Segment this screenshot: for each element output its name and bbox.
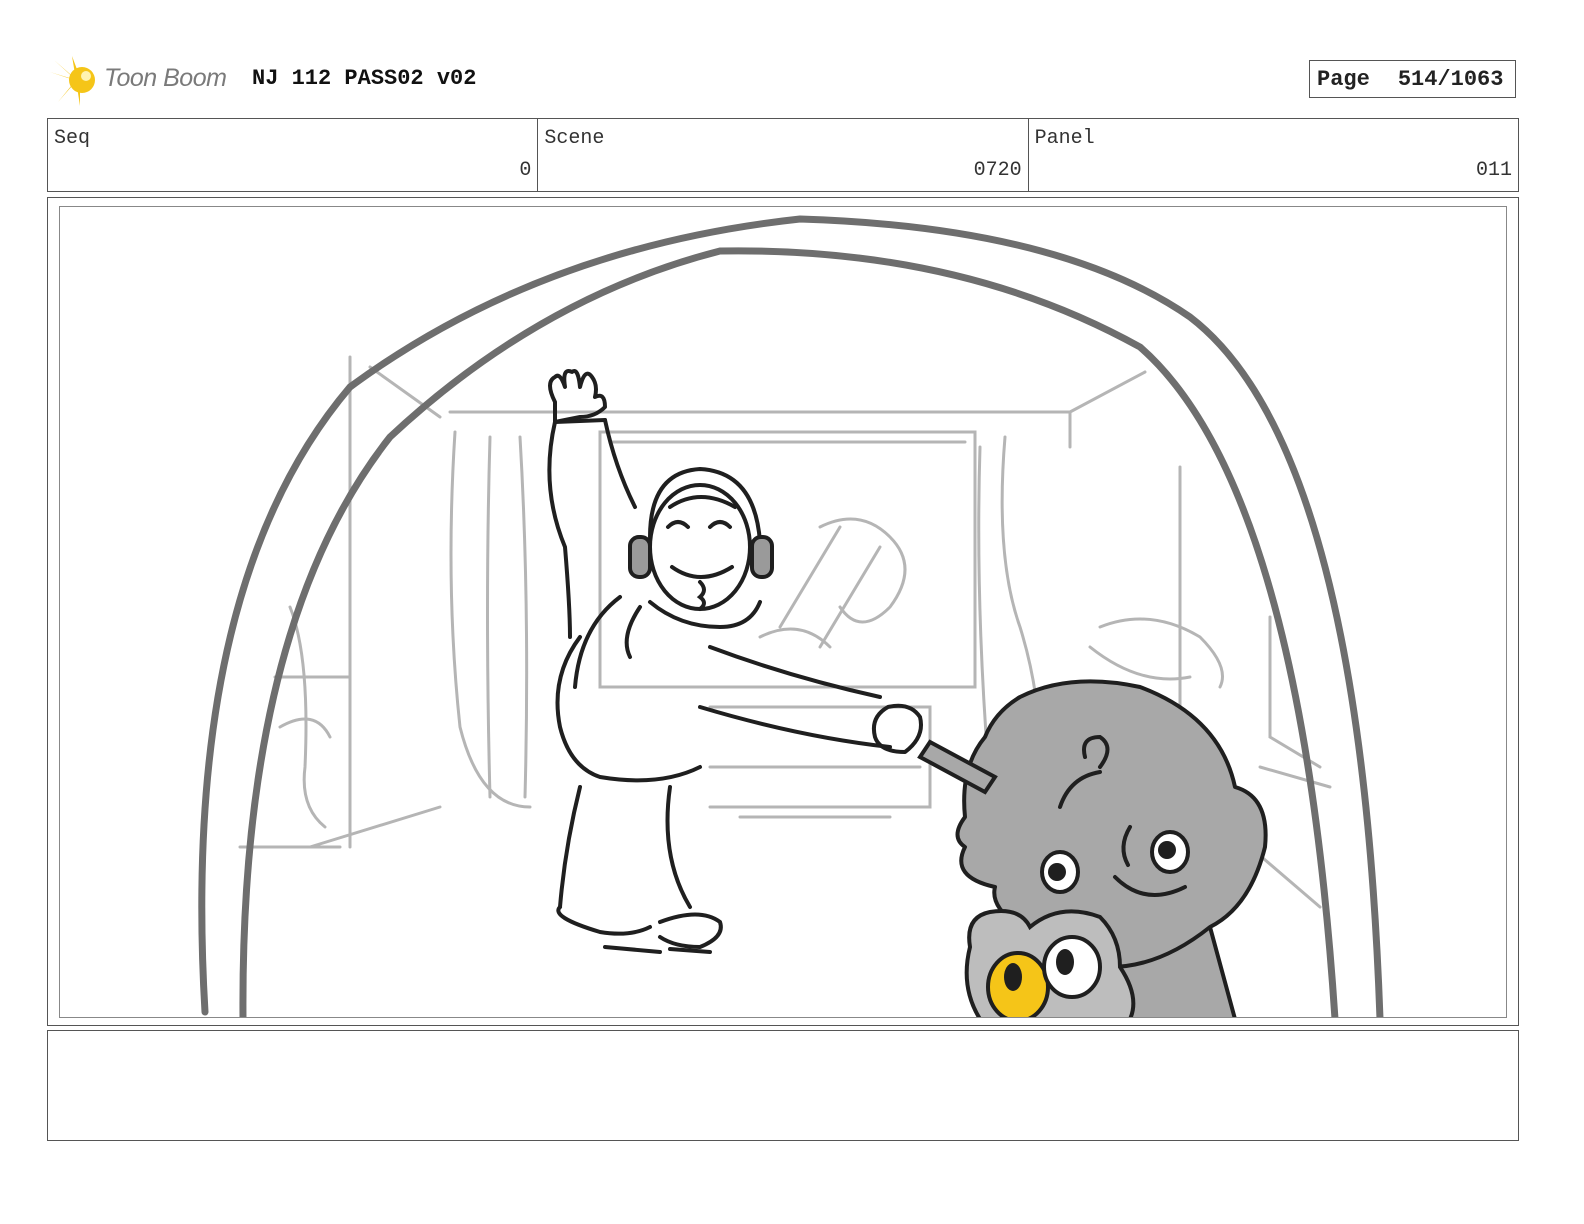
scene-cell: Scene 0720 (538, 119, 1029, 191)
panel-label: Panel (1034, 127, 1095, 150)
scene-info-row: Seq 0 Scene 0720 Panel 011 (47, 118, 1519, 192)
seq-label: Seq (54, 127, 91, 150)
toon-boom-logo: Toon Boom (50, 52, 240, 108)
seq-cell: Seq 0 (48, 119, 539, 191)
logo-text: Toon Boom (104, 64, 227, 92)
seq-value: 0 (519, 159, 532, 182)
notes-box (47, 1030, 1519, 1141)
scene-value: 0720 (973, 159, 1022, 182)
page-label: Page (1317, 66, 1370, 92)
scene-label: Scene (544, 127, 605, 150)
page-number: 514/1063 (1397, 66, 1504, 92)
storyboard-sketch (198, 215, 1384, 1017)
panel-value: 011 (1475, 159, 1512, 182)
panel-cell: Panel 011 (1029, 119, 1518, 191)
starburst-icon (50, 56, 95, 106)
page-indicator: Page 514/1063 (1309, 60, 1516, 98)
storyboard-panel (47, 197, 1519, 1026)
document-title: NJ 112 PASS02 v02 (252, 66, 477, 91)
panel-drawing-area (59, 206, 1507, 1018)
